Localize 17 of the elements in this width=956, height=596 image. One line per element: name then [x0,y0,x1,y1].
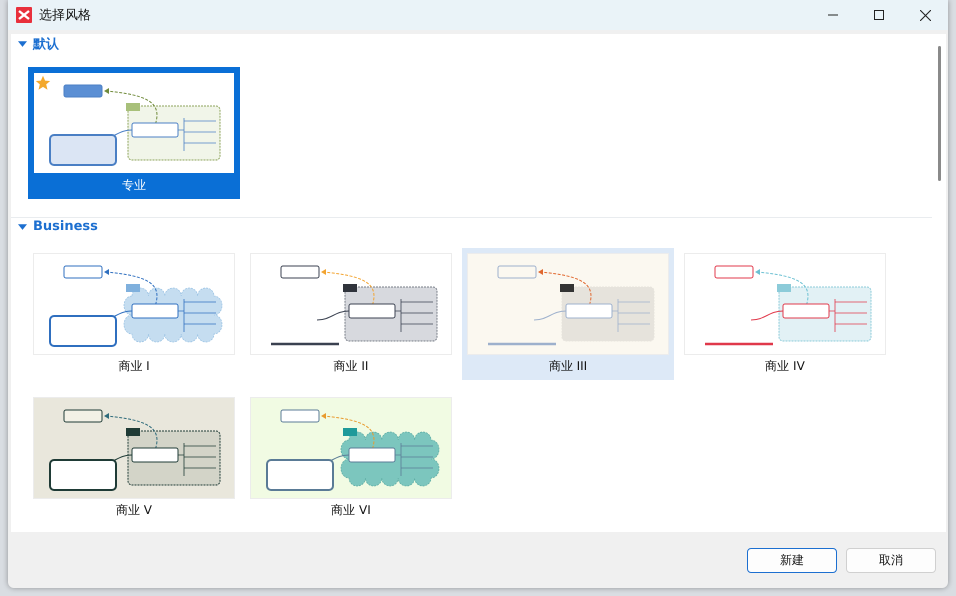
dialog-button[interactable]: 新建 [747,548,837,572]
dialog-button[interactable]: 取消 [846,548,936,572]
section-header[interactable]: 默认 [11,35,59,53]
section-header[interactable]: Business [11,219,98,234]
caret-icon [18,224,27,230]
window-title: 选择风格 [39,7,91,24]
style-card[interactable]: 商业 VI [245,392,457,524]
caret-icon [18,41,27,47]
style-card[interactable]: 商业 I [28,248,240,380]
app-logo-icon [16,7,32,23]
style-card[interactable]: 专业 [28,67,240,199]
close-icon [920,10,930,20]
style-card[interactable]: 商业 III [462,248,674,380]
style-card[interactable]: 商业 IV [679,248,891,380]
style-card[interactable]: 商业 II [245,248,457,380]
maximize-icon [874,10,884,20]
style-card[interactable]: 商业 V [28,392,240,524]
